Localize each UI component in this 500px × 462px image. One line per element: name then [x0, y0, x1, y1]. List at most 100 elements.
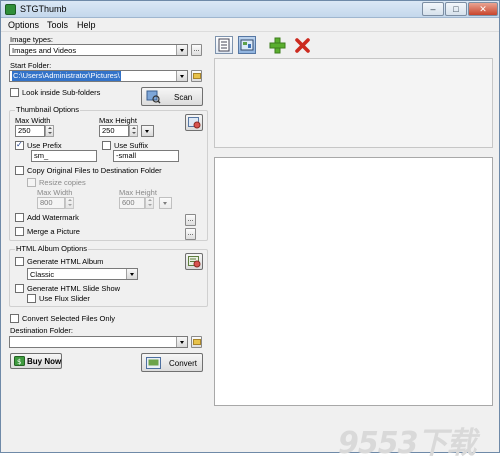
add-files-button[interactable] [269, 37, 287, 55]
max-width-spinner[interactable] [45, 125, 54, 137]
use-prefix-checkbox[interactable] [15, 140, 24, 150]
convert-button-label: Convert [169, 359, 198, 368]
max-width-label: Max Width [15, 116, 51, 125]
thumbnail-options-title: Thumbnail Options [15, 105, 80, 114]
flux-slider-checkbox[interactable] [27, 294, 36, 303]
copy-max-width-input[interactable]: 800 [37, 197, 65, 209]
look-inside-label: Look inside Sub-folders [22, 88, 101, 97]
slideshow-label: Generate HTML Slide Show [27, 284, 121, 293]
start-folder-value: C:\Users\Administrator\Pictures\ [12, 71, 121, 81]
list-view-button[interactable] [215, 36, 233, 54]
image-types-value: Images and Videos [12, 46, 77, 55]
max-height-spinner[interactable] [129, 125, 138, 137]
thumbnail-view-button[interactable] [238, 36, 256, 54]
convert-button[interactable]: Convert [141, 353, 203, 372]
max-width-input[interactable]: 250 [15, 125, 45, 137]
buy-now-label: Buy Now [27, 357, 62, 366]
merge-more-button[interactable]: ... [185, 228, 196, 240]
menu-bar: Options Tools Help [1, 18, 499, 32]
chevron-down-icon [176, 45, 187, 55]
svg-text:$: $ [17, 358, 21, 366]
album-settings-button[interactable] [185, 253, 203, 270]
image-types-label: Image types: [10, 35, 53, 44]
max-height-input[interactable]: 250 [99, 125, 129, 137]
add-watermark-label: Add Watermark [27, 213, 79, 222]
minimize-button[interactable]: – [422, 2, 444, 16]
start-folder-browse-button[interactable] [191, 70, 202, 82]
start-folder-select[interactable]: C:\Users\Administrator\Pictures\ [9, 70, 188, 82]
preview-panel [214, 157, 493, 406]
scan-button-label: Scan [174, 93, 193, 102]
thumbnail-view-icon [240, 39, 254, 51]
prefix-input[interactable]: sm_ [31, 150, 97, 162]
convert-selected-checkbox[interactable] [10, 314, 19, 323]
close-icon [295, 38, 310, 53]
image-types-select[interactable]: Images and Videos [9, 44, 188, 56]
resize-copies-checkbox[interactable] [27, 178, 36, 187]
list-view-icon [218, 38, 230, 52]
buy-now-button[interactable]: $ Buy Now [10, 353, 62, 369]
destination-browse-button[interactable] [191, 336, 202, 348]
copy-max-height-spinner[interactable] [145, 197, 154, 209]
menu-tools[interactable]: Tools [47, 20, 68, 30]
app-icon [5, 4, 16, 15]
merge-picture-checkbox[interactable] [15, 227, 24, 236]
copy-max-width-label: Max Width [37, 188, 73, 197]
copy-max-height-dropdown[interactable] [159, 197, 172, 209]
suffix-input[interactable]: -small [113, 150, 179, 162]
album-template-value: Classic [30, 270, 55, 279]
menu-help[interactable]: Help [77, 20, 96, 30]
convert-selected-label: Convert Selected Files Only [22, 314, 115, 323]
title-bar: STGThumb – □ ✕ [1, 1, 499, 18]
chevron-down-icon [176, 71, 187, 81]
plus-icon [269, 37, 286, 54]
merge-picture-label: Merge a Picture [27, 227, 80, 236]
remove-files-button[interactable] [294, 37, 312, 55]
generate-album-label: Generate HTML Album [27, 257, 104, 266]
app-window: STGThumb – □ ✕ Options Tools Help Image … [0, 0, 500, 461]
copy-original-label: Copy Original Files to Destination Folde… [27, 166, 162, 175]
chevron-down-icon [126, 269, 137, 279]
destination-folder-label: Destination Folder: [10, 326, 73, 335]
copy-original-checkbox[interactable] [15, 166, 24, 175]
add-watermark-checkbox[interactable] [15, 213, 24, 222]
folder-icon [193, 339, 201, 345]
copy-max-height-label: Max Height [119, 188, 157, 197]
generate-album-checkbox[interactable] [15, 257, 24, 266]
folder-icon [193, 73, 201, 79]
use-prefix-label: Use Prefix [27, 141, 62, 150]
album-settings-icon [188, 256, 201, 268]
destination-folder-select[interactable] [9, 336, 188, 348]
thumbnail-settings-button[interactable] [185, 114, 203, 131]
album-template-select[interactable]: Classic [27, 268, 138, 280]
start-folder-label: Start Folder: [10, 61, 52, 70]
cart-icon: $ [14, 356, 25, 366]
scan-button[interactable]: Scan [141, 87, 203, 106]
use-suffix-label: Use Suffix [114, 141, 149, 150]
maximize-button[interactable]: □ [445, 2, 467, 16]
watermark-more-button[interactable]: ... [185, 214, 196, 226]
look-inside-checkbox[interactable] [10, 88, 19, 97]
flux-slider-label: Use Flux Slider [39, 294, 90, 303]
resize-copies-label: Resize copies [39, 178, 86, 187]
chevron-down-icon [160, 198, 171, 208]
window-title: STGThumb [20, 4, 67, 14]
max-height-label: Max Height [99, 116, 137, 125]
chevron-down-icon [176, 337, 187, 347]
convert-icon [146, 357, 161, 369]
watermark-logo: 9553下载 [338, 418, 498, 461]
html-album-title: HTML Album Options [15, 244, 88, 253]
use-suffix-checkbox[interactable] [102, 141, 111, 150]
menu-options[interactable]: Options [8, 20, 39, 30]
scan-icon [146, 90, 161, 104]
slideshow-checkbox[interactable] [15, 284, 24, 293]
file-list-panel[interactable] [214, 58, 493, 148]
image-settings-icon [188, 117, 201, 129]
watermark-text: 9553下载 [338, 426, 476, 461]
chevron-down-icon [142, 126, 153, 136]
copy-max-height-input[interactable]: 600 [119, 197, 145, 209]
copy-max-width-spinner[interactable] [65, 197, 74, 209]
close-button[interactable]: ✕ [468, 2, 498, 16]
max-height-dropdown[interactable] [141, 125, 154, 137]
image-types-more-button[interactable]: ... [191, 44, 202, 56]
